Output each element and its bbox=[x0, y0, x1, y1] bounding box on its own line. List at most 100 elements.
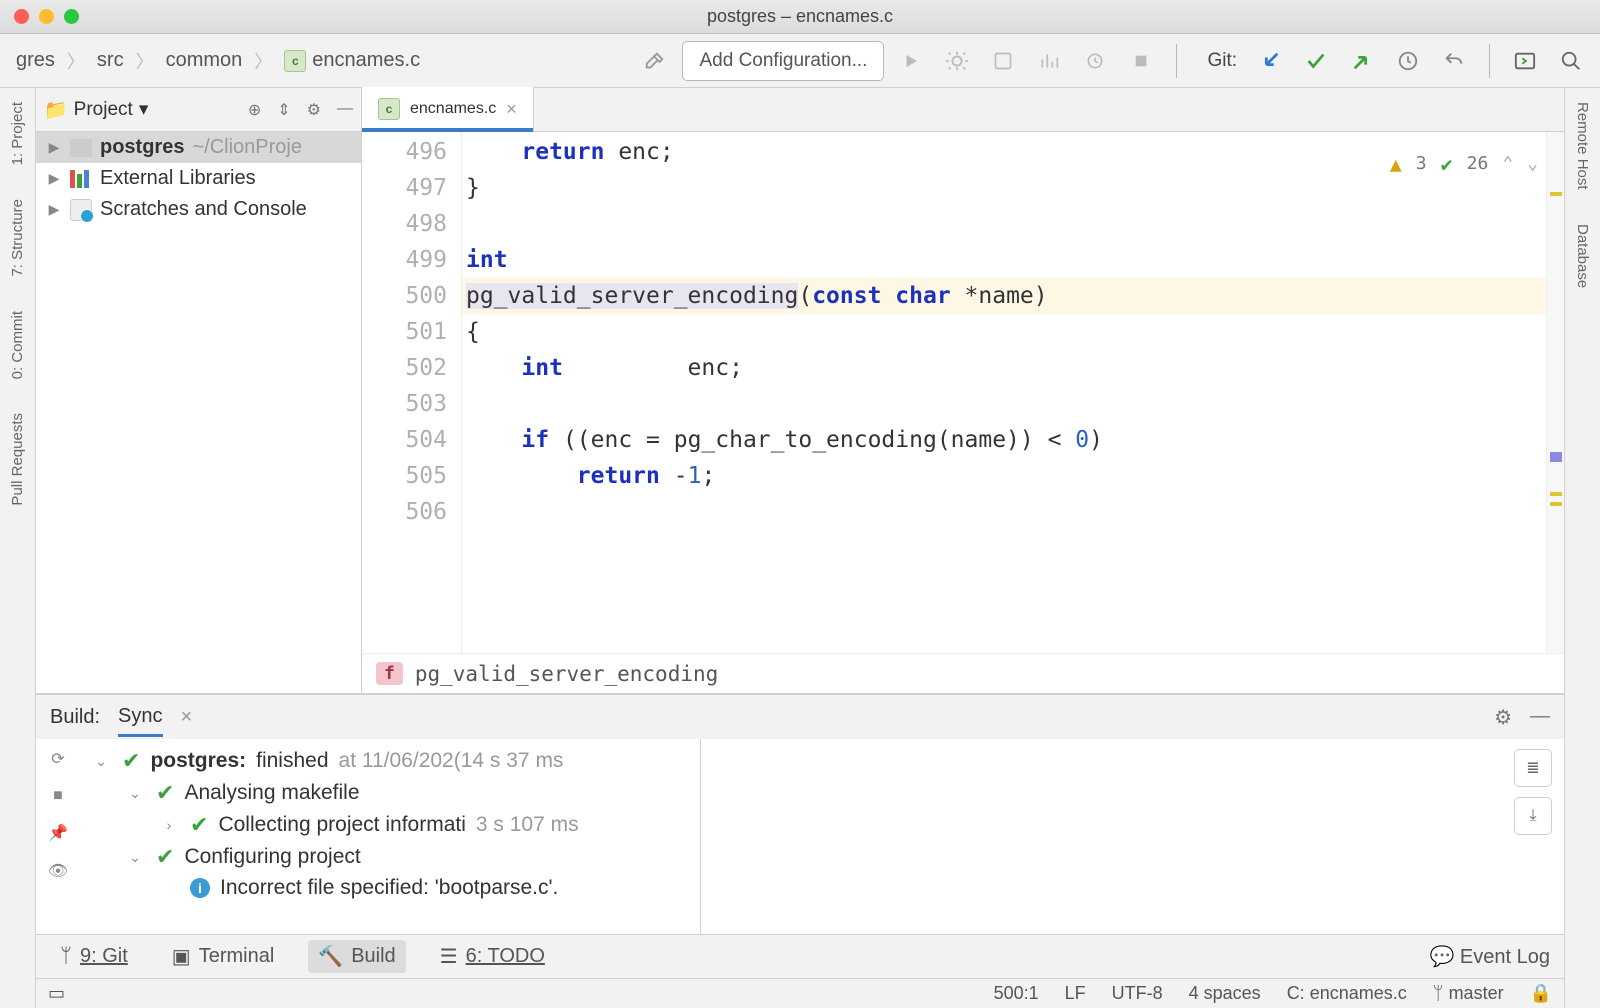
push-icon[interactable] bbox=[1343, 42, 1381, 80]
line-gutter[interactable]: 496497498499500501502503504505506 bbox=[362, 132, 462, 653]
run-icon[interactable] bbox=[892, 42, 930, 80]
context-label[interactable]: C: encnames.c bbox=[1287, 983, 1407, 1004]
navigation-breadcrumbs: gres〉 src〉 common〉 cencnames.c bbox=[10, 45, 426, 76]
eye-icon[interactable]: 👁 bbox=[48, 861, 68, 881]
close-icon[interactable]: × bbox=[506, 99, 517, 120]
soft-wrap-icon[interactable]: ≣ bbox=[1514, 749, 1552, 787]
c-file-icon: c bbox=[378, 98, 400, 120]
tool-tab-remote-host[interactable]: Remote Host bbox=[1574, 96, 1591, 196]
disclosure-icon[interactable]: ▶ bbox=[46, 201, 62, 218]
tree-hint: ~/ClionProje bbox=[192, 136, 302, 159]
project-title[interactable]: 📁 Project ▾ bbox=[44, 98, 148, 122]
project-header: 📁 Project ▾ ⊕ ⇕ ⚙ — bbox=[36, 88, 361, 132]
statusbar-toggle-icon[interactable]: ▭ bbox=[48, 983, 65, 1004]
chevron-right-icon: 〉 bbox=[136, 48, 154, 74]
main-toolbar: gres〉 src〉 common〉 cencnames.c Add Confi… bbox=[0, 34, 1600, 88]
editor: c encnames.c × 4964974984995005015025035… bbox=[362, 88, 1564, 693]
git-branch[interactable]: ᛘ master bbox=[1433, 983, 1504, 1004]
code-area[interactable]: return enc;}intpg_valid_server_encoding(… bbox=[462, 132, 1546, 653]
upper-split: 📁 Project ▾ ⊕ ⇕ ⚙ — ▶ postgres ~/ClionPr… bbox=[36, 88, 1564, 694]
hide-icon[interactable]: — bbox=[1530, 705, 1550, 730]
pin-icon[interactable]: 📌 bbox=[48, 823, 68, 843]
scratch-icon bbox=[70, 199, 92, 221]
tree-label: External Libraries bbox=[100, 167, 256, 190]
run-config-combo[interactable]: Add Configuration... bbox=[682, 41, 884, 81]
chevron-right-icon: 〉 bbox=[67, 48, 85, 74]
project-tool-window: 📁 Project ▾ ⊕ ⇕ ⚙ — ▶ postgres ~/ClionPr… bbox=[36, 88, 362, 693]
hide-icon[interactable]: — bbox=[337, 100, 353, 120]
tool-tab-terminal[interactable]: ▣ Terminal bbox=[162, 940, 284, 973]
tool-tab-commit[interactable]: 0: Commit bbox=[9, 305, 26, 385]
indent-setting[interactable]: 4 spaces bbox=[1189, 983, 1261, 1004]
close-icon[interactable]: × bbox=[181, 706, 193, 729]
event-log-button[interactable]: 💬 Event Log bbox=[1429, 944, 1550, 969]
attach-icon[interactable] bbox=[1076, 42, 1114, 80]
crumb-common[interactable]: common bbox=[160, 45, 249, 76]
debug-icon[interactable] bbox=[938, 42, 976, 80]
stop-icon[interactable]: ■ bbox=[53, 787, 63, 805]
crumb-root[interactable]: gres bbox=[10, 45, 61, 76]
error-stripe[interactable] bbox=[1546, 132, 1564, 653]
gear-icon[interactable]: ⚙ bbox=[307, 100, 321, 120]
tool-tab-git[interactable]: ᛘ 9: Git bbox=[50, 941, 138, 972]
tree-row[interactable]: ▶ postgres ~/ClionProje bbox=[36, 132, 361, 163]
update-project-icon[interactable] bbox=[1251, 42, 1289, 80]
crumb-src[interactable]: src bbox=[91, 45, 130, 76]
tree-row[interactable]: ▶ Scratches and Console bbox=[36, 194, 361, 225]
build-tab-sync[interactable]: Sync bbox=[118, 705, 162, 737]
disclosure-icon[interactable]: ▶ bbox=[46, 170, 62, 187]
separator bbox=[1489, 44, 1490, 78]
collapse-icon[interactable]: ⇕ bbox=[277, 100, 290, 120]
status-bar: ▭ 500:1 LF UTF-8 4 spaces C: encnames.c … bbox=[36, 978, 1564, 1008]
build-tree[interactable]: ⌄✔postgres: finished at 11/06/202(14 s 3… bbox=[80, 739, 700, 934]
build-body: ⟳ ■ 📌 👁 ⌄✔postgres: finished at 11/06/20… bbox=[36, 739, 1564, 934]
editor-tab[interactable]: c encnames.c × bbox=[362, 87, 534, 131]
check-icon: ✔ bbox=[1441, 146, 1453, 182]
build-side-toolbar: ⟳ ■ 📌 👁 bbox=[36, 739, 80, 934]
tree-label: postgres bbox=[100, 136, 184, 159]
chevron-right-icon: 〉 bbox=[254, 48, 272, 74]
tool-tab-todo[interactable]: ☰ 6: TODO bbox=[430, 940, 555, 973]
window-title: postgres – encnames.c bbox=[0, 6, 1600, 27]
history-icon[interactable] bbox=[1389, 42, 1427, 80]
bottom-tool-tabs: ᛘ 9: Git ▣ Terminal 🔨 Build ☰ 6: TODO 💬 … bbox=[36, 934, 1564, 978]
build-detail: ≣ ⤓ bbox=[700, 739, 1564, 934]
left-tool-strip: 1: Project 7: Structure 0: Commit Pull R… bbox=[0, 88, 36, 1008]
stop-icon[interactable] bbox=[1122, 42, 1160, 80]
tool-tab-project[interactable]: 1: Project bbox=[9, 96, 26, 171]
build-title: Build: bbox=[50, 706, 100, 729]
chevron-down-icon[interactable]: ⌄ bbox=[1527, 146, 1538, 182]
file-encoding[interactable]: UTF-8 bbox=[1112, 983, 1163, 1004]
locate-icon[interactable]: ⊕ bbox=[248, 100, 261, 120]
function-icon: f bbox=[376, 662, 403, 685]
disclosure-icon[interactable]: ▶ bbox=[46, 139, 62, 156]
refresh-icon[interactable]: ⟳ bbox=[51, 749, 64, 769]
inspection-widget[interactable]: ▲3 ✔26 ⌃ ⌄ bbox=[1384, 144, 1544, 184]
tool-tab-pull-requests[interactable]: Pull Requests bbox=[9, 407, 26, 512]
profiler-icon[interactable] bbox=[1030, 42, 1068, 80]
commit-icon[interactable] bbox=[1297, 42, 1335, 80]
separator bbox=[1176, 44, 1177, 78]
check-count: 26 bbox=[1467, 146, 1489, 182]
line-separator[interactable]: LF bbox=[1065, 983, 1086, 1004]
main-area: 1: Project 7: Structure 0: Commit Pull R… bbox=[0, 88, 1600, 1008]
tree-row[interactable]: ▶ External Libraries bbox=[36, 163, 361, 194]
editor-body[interactable]: 496497498499500501502503504505506 return… bbox=[362, 132, 1564, 653]
coverage-icon[interactable] bbox=[984, 42, 1022, 80]
build-tool-window: Build: Sync × ⚙ — ⟳ ■ 📌 👁 ⌄✔postgres: fi… bbox=[36, 694, 1564, 934]
gear-icon[interactable]: ⚙ bbox=[1494, 705, 1512, 730]
project-tree[interactable]: ▶ postgres ~/ClionProje ▶ External Libra… bbox=[36, 132, 361, 693]
hammer-icon[interactable] bbox=[636, 42, 674, 80]
tool-tab-database[interactable]: Database bbox=[1574, 218, 1591, 294]
tool-tab-structure[interactable]: 7: Structure bbox=[9, 193, 26, 283]
rollback-icon[interactable] bbox=[1435, 42, 1473, 80]
lock-icon[interactable]: 🔒 bbox=[1530, 983, 1552, 1004]
editor-breadcrumb[interactable]: f pg_valid_server_encoding bbox=[362, 653, 1564, 693]
search-icon[interactable] bbox=[1552, 42, 1590, 80]
scroll-to-end-icon[interactable]: ⤓ bbox=[1514, 797, 1552, 835]
tool-tab-build[interactable]: 🔨 Build bbox=[308, 940, 405, 973]
run-anything-icon[interactable] bbox=[1506, 42, 1544, 80]
caret-position[interactable]: 500:1 bbox=[994, 983, 1039, 1004]
crumb-file[interactable]: cencnames.c bbox=[278, 45, 426, 76]
chevron-up-icon[interactable]: ⌃ bbox=[1502, 146, 1513, 182]
